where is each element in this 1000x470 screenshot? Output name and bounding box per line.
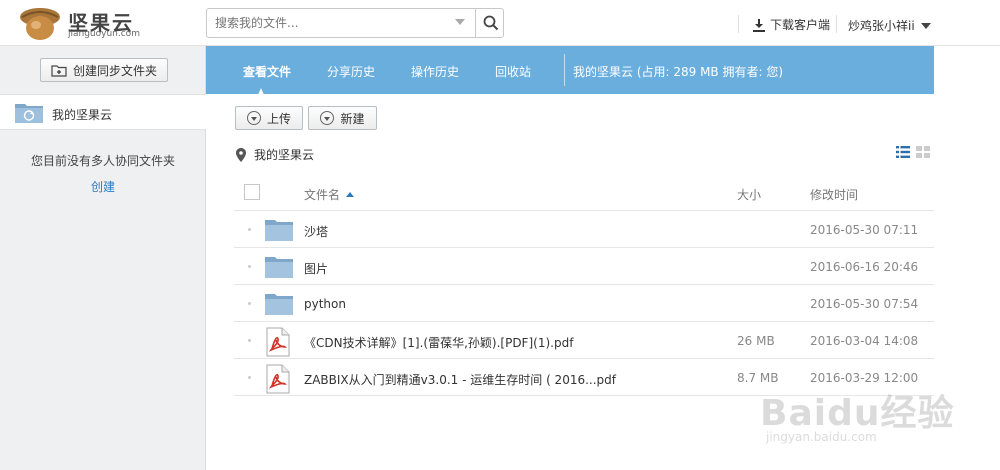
breadcrumb: 我的坚果云: [236, 146, 314, 163]
download-label: 下载客户端: [770, 18, 831, 32]
tab-divider: [564, 54, 565, 86]
location-pin-icon: [236, 147, 246, 162]
folder-icon: [264, 290, 294, 319]
tab-recycle-bin[interactable]: 回收站: [495, 63, 531, 80]
sync-folder-icon: [15, 104, 43, 123]
table-row[interactable]: 沙塔 2016-05-30 07:11: [234, 211, 934, 248]
column-header-name[interactable]: 文件名: [304, 186, 355, 203]
file-size: 26 MB: [737, 334, 775, 348]
watermark-url: jingyan.baidu.com: [766, 430, 877, 444]
view-toggle: [896, 146, 930, 158]
table-row[interactable]: python 2016-05-30 07:54: [234, 285, 934, 322]
folder-icon: [264, 216, 294, 245]
sort-ascending-icon: [346, 192, 355, 197]
acorn-logo-icon: [20, 8, 60, 40]
download-icon: [753, 18, 765, 32]
search-icon: [483, 15, 498, 31]
tab-share-history[interactable]: 分享历史: [327, 63, 375, 80]
header-divider: [836, 15, 837, 33]
new-label: 新建: [340, 111, 365, 126]
row-select-handle[interactable]: [248, 376, 251, 379]
new-button[interactable]: 新建: [308, 106, 377, 130]
chevron-down-icon: [246, 111, 261, 125]
file-modified-time: 2016-05-30 07:11: [810, 223, 919, 237]
grid-view-icon[interactable]: [916, 146, 930, 158]
file-modified-time: 2016-06-16 20:46: [810, 260, 919, 274]
storage-info: 我的坚果云 (占用: 289 MB 拥有者: 您): [573, 65, 784, 79]
row-select-handle[interactable]: [248, 302, 251, 305]
watermark: Baidu经验 jingyan.baidu.com: [760, 384, 960, 454]
header-divider: [738, 15, 739, 33]
list-view-icon[interactable]: [896, 146, 910, 158]
tab-operation-history[interactable]: 操作历史: [411, 63, 459, 80]
column-header-name-label: 文件名: [304, 188, 341, 202]
active-tab-indicator: [258, 88, 264, 94]
add-folder-icon: [51, 63, 67, 77]
search-button[interactable]: [475, 8, 505, 38]
tab-bar: 查看文件 分享历史 操作历史 回收站 我的坚果云 (占用: 289 MB 拥有者…: [206, 46, 934, 94]
file-name[interactable]: 《CDN技术详解》[1].(雷葆华,孙颖).[PDF](1).pdf: [304, 334, 573, 351]
chevron-down-icon: [920, 22, 931, 29]
download-client-link[interactable]: 下载客户端: [752, 16, 830, 33]
search-input[interactable]: [207, 9, 469, 37]
top-header: 坚果云 jianguoyun.com 下载客户端 炒鸡张小祥ii: [0, 0, 1000, 46]
upload-button[interactable]: 上传: [235, 106, 303, 130]
search-dropdown-icon[interactable]: [455, 19, 465, 25]
sidebar-item-my-cloud[interactable]: 我的坚果云: [0, 94, 206, 130]
pdf-file-icon: [266, 364, 290, 397]
row-select-handle[interactable]: [248, 339, 251, 342]
watermark-text: Baidu经验: [760, 393, 955, 434]
pdf-file-icon: [266, 327, 290, 360]
column-header-modified[interactable]: 修改时间: [810, 186, 858, 203]
file-modified-time: 2016-03-04 14:08: [810, 334, 919, 348]
select-all-checkbox[interactable]: [244, 184, 260, 200]
user-name: 炒鸡张小祥ii: [848, 19, 915, 33]
file-modified-time: 2016-03-29 12:00: [810, 371, 919, 385]
sidebar: 创建同步文件夹 我的坚果云 您目前没有多人协同文件夹 创建: [0, 46, 206, 470]
column-header-size[interactable]: 大小: [737, 186, 761, 203]
file-modified-time: 2016-05-30 07:54: [810, 297, 919, 311]
user-menu[interactable]: 炒鸡张小祥ii: [848, 17, 931, 34]
no-shared-folders-message: 您目前没有多人协同文件夹: [30, 154, 175, 168]
row-select-handle[interactable]: [248, 265, 251, 268]
breadcrumb-current[interactable]: 我的坚果云: [254, 146, 314, 163]
file-table: 文件名 大小 修改时间 沙塔 2016-05-30 07:11 图片 2016-06-…: [234, 175, 934, 396]
chevron-down-icon: [320, 111, 335, 125]
create-shared-folder-link[interactable]: 创建: [0, 178, 206, 195]
logo[interactable]: 坚果云 jianguoyun.com: [18, 5, 148, 41]
row-select-handle[interactable]: [248, 228, 251, 231]
search-box: [206, 8, 504, 38]
create-sync-folder-button[interactable]: 创建同步文件夹: [40, 58, 168, 82]
table-row[interactable]: 《CDN技术详解》[1].(雷葆华,孙颖).[PDF](1).pdf 26 MB 2…: [234, 322, 934, 359]
file-name[interactable]: python: [304, 297, 346, 311]
file-name[interactable]: ZABBIX从入门到精通v3.0.1 - 运维生存时间 ( 2016...pdf: [304, 371, 616, 388]
upload-label: 上传: [266, 111, 291, 126]
folder-icon: [264, 253, 294, 282]
file-name[interactable]: 沙塔: [304, 223, 328, 240]
create-sync-label: 创建同步文件夹: [72, 63, 157, 78]
tab-view-files[interactable]: 查看文件: [243, 63, 291, 80]
logo-subtitle: jianguoyun.com: [68, 29, 140, 39]
file-size: 8.7 MB: [737, 371, 779, 385]
file-name[interactable]: 图片: [304, 260, 328, 277]
table-row[interactable]: 图片 2016-06-16 20:46: [234, 248, 934, 285]
sidebar-item-label: 我的坚果云: [52, 108, 113, 122]
table-header: 文件名 大小 修改时间: [234, 175, 934, 211]
